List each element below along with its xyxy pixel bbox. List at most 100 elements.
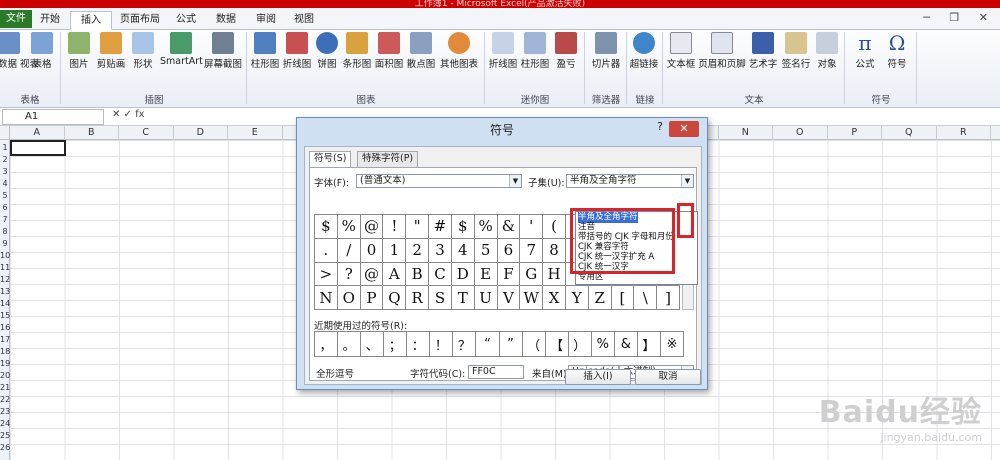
row-header[interactable]: 21 — [0, 384, 10, 392]
picture-button[interactable]: 图片 — [66, 32, 92, 70]
recent-symbol-cell[interactable]: & — [614, 332, 638, 357]
symbol-cell[interactable]: # — [429, 215, 452, 239]
subset-select[interactable]: 半角及全角字符 ▼ — [566, 174, 694, 188]
row-header[interactable]: 26 — [0, 444, 10, 452]
object-button[interactable]: 对象 — [814, 32, 840, 70]
symbol-cell[interactable]: P — [360, 286, 384, 310]
area-chart-button[interactable]: 面积图 — [374, 32, 404, 70]
symbol-cell[interactable]: U — [474, 286, 498, 310]
shapes-button[interactable]: 形状 — [130, 32, 156, 70]
equation-button[interactable]: π 公式 — [852, 32, 878, 70]
clipart-button[interactable]: 剪贴画 — [96, 32, 126, 70]
recent-symbol-cell[interactable]: ？ — [453, 332, 477, 357]
tab-symbols[interactable]: 符号(S) — [309, 151, 352, 167]
column-header-c[interactable]: C — [119, 126, 174, 140]
tab-data[interactable]: 数据 — [206, 11, 246, 30]
recent-symbol-cell[interactable]: ※ — [660, 332, 684, 357]
symbol-cell[interactable]: G — [520, 262, 544, 287]
recent-symbol-cell[interactable]: 。 — [338, 332, 362, 357]
symbol-cell[interactable]: ? — [337, 262, 361, 287]
symbol-cell[interactable]: Q — [383, 286, 407, 310]
tab-view[interactable]: 视图 — [284, 11, 324, 30]
pivot-table-button[interactable]: 数据 视表 — [0, 32, 39, 70]
scatter-chart-button[interactable]: 散点图 — [406, 32, 436, 70]
row-header[interactable]: 9 — [0, 240, 10, 248]
symbol-cell[interactable]: $ — [451, 215, 475, 239]
symbol-cell[interactable]: F — [497, 262, 521, 287]
column-header-p[interactable]: P — [828, 126, 882, 140]
symbol-cell[interactable]: B — [406, 262, 430, 287]
row-header[interactable]: 17 — [0, 336, 10, 344]
symbol-cell[interactable]: Z — [588, 286, 612, 310]
row-header[interactable]: 24 — [0, 420, 10, 428]
symbol-cell[interactable]: \ — [634, 286, 658, 310]
tab-home[interactable]: 开始 — [30, 11, 70, 30]
symbol-cell[interactable]: O — [337, 286, 361, 310]
symbol-cell[interactable]: X — [543, 286, 566, 310]
column-header-b[interactable]: B — [65, 126, 119, 140]
table-button[interactable]: 表格 — [28, 32, 56, 70]
recent-symbol-cell[interactable]: ； — [384, 332, 408, 357]
recent-symbol-cell[interactable]: “ — [476, 332, 500, 357]
pie-chart-button[interactable]: 饼图 — [314, 32, 340, 70]
row-header[interactable]: 19 — [0, 360, 10, 368]
symbol-cell[interactable]: 0 — [360, 238, 384, 263]
recent-symbol-cell[interactable]: 【 — [545, 332, 569, 357]
symbol-cell[interactable]: . — [315, 238, 338, 263]
recent-symbol-cell[interactable]: ： — [407, 332, 431, 357]
symbol-cell[interactable]: S — [429, 286, 452, 310]
symbol-cell[interactable]: 3 — [429, 238, 452, 263]
row-header[interactable]: 15 — [0, 312, 10, 320]
window-controls[interactable]: ─ ❐ ✕ — [923, 11, 996, 24]
symbol-cell[interactable]: % — [337, 215, 361, 239]
tab-review[interactable]: 审阅 — [246, 11, 286, 30]
row-header[interactable]: 23 — [0, 408, 10, 416]
symbol-cell[interactable]: @ — [360, 262, 384, 287]
row-header[interactable]: 22 — [0, 396, 10, 404]
row-header[interactable]: 10 — [0, 252, 10, 260]
symbol-cell[interactable]: ( — [543, 215, 566, 239]
recent-symbol-cell[interactable]: % — [591, 332, 615, 357]
formula-bar-icons[interactable]: ✕ ✓ fx — [112, 109, 145, 120]
symbol-cell[interactable]: @ — [360, 215, 384, 239]
symbol-cell[interactable]: 7 — [520, 238, 544, 263]
symbol-cell[interactable]: [ — [611, 286, 635, 310]
symbol-cell[interactable]: V — [497, 286, 521, 310]
column-header-o[interactable]: O — [773, 126, 828, 140]
tab-insert[interactable]: 插入 — [70, 11, 112, 30]
symbol-cell[interactable]: 2 — [406, 238, 430, 263]
char-code-input[interactable]: FF0C — [468, 365, 524, 379]
symbol-cell[interactable]: $ — [315, 215, 338, 239]
row-header[interactable]: 14 — [0, 300, 10, 308]
row-header[interactable]: 25 — [0, 432, 10, 440]
symbol-cell[interactable]: ] — [657, 286, 680, 310]
tab-special-characters[interactable]: 特殊字符(P) — [357, 151, 419, 167]
symbol-cell[interactable]: / — [337, 238, 361, 263]
header-footer-button[interactable]: 页眉和页脚 — [698, 32, 746, 70]
recent-symbol-cell[interactable]: ” — [499, 332, 523, 357]
insert-button[interactable]: 插入(I) — [565, 369, 631, 385]
symbol-cell[interactable]: 8 — [543, 238, 566, 263]
line-chart-button[interactable]: 折线图 — [282, 32, 312, 70]
tab-formulas[interactable]: 公式 — [166, 11, 206, 30]
signature-line-button[interactable]: 签名行 — [780, 32, 812, 70]
column-header-d[interactable]: D — [174, 126, 228, 140]
slicer-button[interactable]: 切片器 — [590, 32, 622, 70]
symbol-cell[interactable]: 5 — [474, 238, 498, 263]
symbol-cell[interactable]: A — [383, 262, 407, 287]
other-charts-button[interactable]: 其他图表 — [438, 32, 480, 70]
row-header[interactable]: 5 — [0, 192, 10, 200]
row-header[interactable]: 11 — [0, 264, 10, 272]
row-header[interactable]: 7 — [0, 216, 10, 224]
smartart-button[interactable]: SmartArt — [160, 32, 203, 67]
symbol-cell[interactable]: " — [406, 215, 430, 239]
symbol-cell[interactable]: 4 — [451, 238, 475, 263]
column-chart-button[interactable]: 柱形图 — [250, 32, 280, 70]
column-header-n[interactable]: N — [719, 126, 773, 140]
symbol-cell[interactable]: > — [315, 262, 338, 287]
row-header[interactable]: 6 — [0, 204, 10, 212]
sparkline-line-button[interactable]: 折线图 — [488, 32, 518, 70]
row-header[interactable]: 13 — [0, 288, 10, 296]
tab-file[interactable]: 文件 — [0, 10, 32, 28]
symbol-cell[interactable]: ! — [383, 215, 407, 239]
